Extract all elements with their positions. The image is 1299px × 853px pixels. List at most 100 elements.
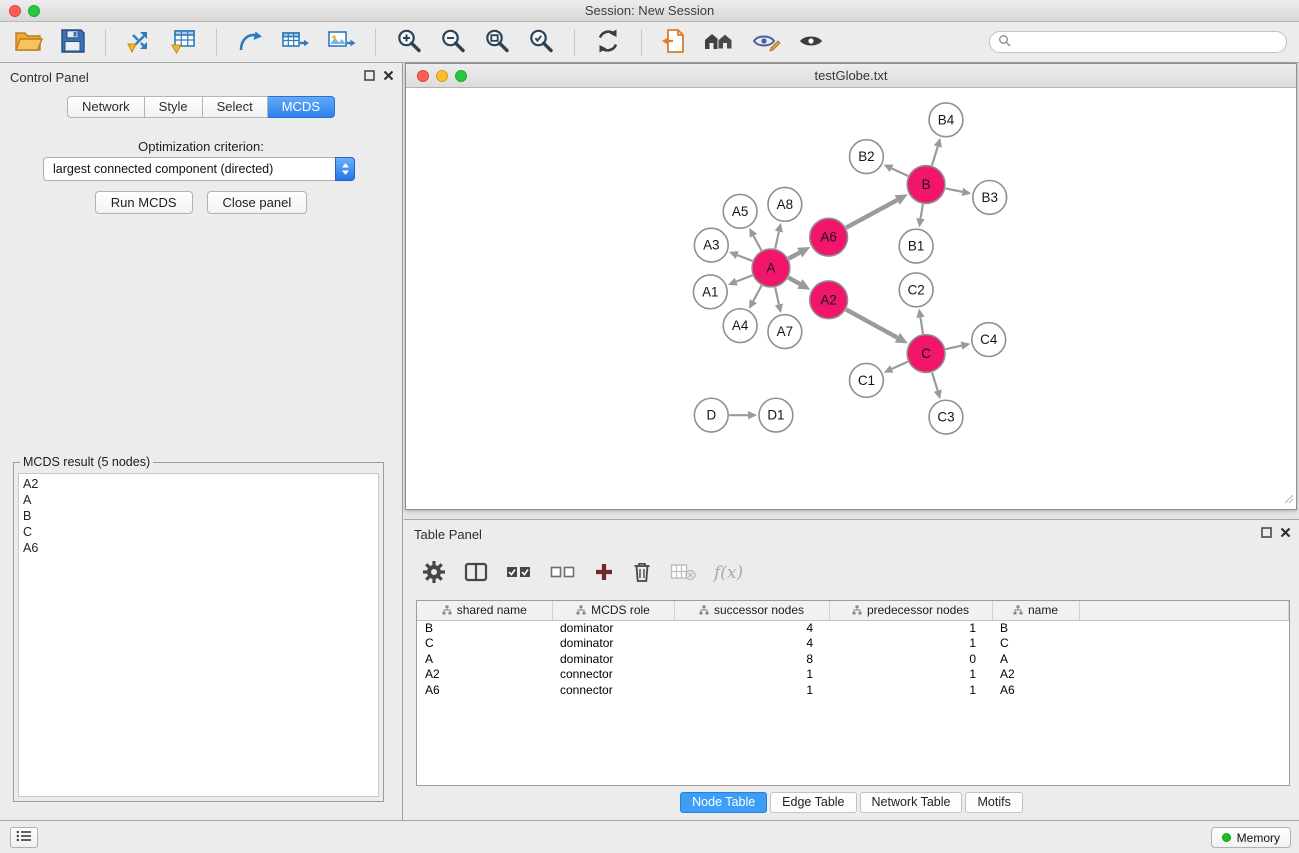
snapshot-button[interactable] <box>701 26 737 59</box>
edge-A-A1[interactable] <box>736 275 752 281</box>
open-session-button[interactable] <box>12 26 46 59</box>
zoom-selected-button[interactable] <box>525 25 557 60</box>
network-node-C[interactable]: C <box>907 335 945 373</box>
tab-style[interactable]: Style <box>145 96 203 118</box>
criterion-dropdown[interactable]: largest connected component (directed) <box>43 157 355 181</box>
column-header-successor-nodes[interactable]: successor nodes <box>674 601 829 620</box>
result-item[interactable]: C <box>23 524 374 540</box>
table-settings-button[interactable] <box>422 560 446 587</box>
column-header-mcds-role[interactable]: MCDS role <box>552 601 674 620</box>
edge-B-B3[interactable] <box>946 188 963 191</box>
result-item[interactable]: A <box>23 492 374 508</box>
cell[interactable]: B <box>992 620 1079 636</box>
memory-button[interactable]: Memory <box>1211 827 1291 848</box>
cell[interactable]: 4 <box>674 620 829 636</box>
close-panel-button[interactable]: Close panel <box>207 191 308 214</box>
run-mcds-button[interactable]: Run MCDS <box>95 191 193 214</box>
edge-C-C3[interactable] <box>932 372 938 390</box>
resize-grip-icon[interactable] <box>1284 492 1294 507</box>
cell[interactable]: A2 <box>992 667 1079 683</box>
network-node-B1[interactable]: B1 <box>899 229 933 263</box>
tab-mcds[interactable]: MCDS <box>268 96 335 118</box>
network-node-A8[interactable]: A8 <box>768 187 802 221</box>
unselect-all-button[interactable] <box>550 563 576 584</box>
cell[interactable]: C <box>417 636 552 652</box>
search-input[interactable] <box>1016 35 1278 49</box>
edge-A-A4[interactable] <box>753 286 761 302</box>
network-node-A3[interactable]: A3 <box>694 228 728 262</box>
edge-B-B1[interactable] <box>921 204 923 219</box>
network-node-C3[interactable]: C3 <box>929 400 963 434</box>
export-image-button[interactable] <box>324 25 358 60</box>
network-node-B4[interactable]: B4 <box>929 103 963 137</box>
result-item[interactable]: A2 <box>23 476 374 492</box>
network-node-C1[interactable]: C1 <box>850 363 884 397</box>
network-node-B2[interactable]: B2 <box>850 140 884 174</box>
network-node-D[interactable]: D <box>694 398 728 432</box>
tab-edge-table[interactable]: Edge Table <box>770 792 856 813</box>
edge-B-B4[interactable] <box>932 146 938 165</box>
edge-C-C2[interactable] <box>920 317 923 333</box>
export-table-button[interactable] <box>278 25 312 60</box>
network-node-A7[interactable]: A7 <box>768 315 802 349</box>
edge-B-B2[interactable] <box>892 168 908 176</box>
cell[interactable]: A <box>417 651 552 667</box>
tab-motifs[interactable]: Motifs <box>965 792 1022 813</box>
close-panel-icon[interactable] <box>383 70 394 81</box>
network-node-A5[interactable]: A5 <box>723 194 757 228</box>
network-node-B3[interactable]: B3 <box>973 180 1007 214</box>
float-panel-icon[interactable] <box>1261 527 1272 538</box>
edge-A-A2[interactable] <box>788 278 800 284</box>
tab-network[interactable]: Network <box>67 96 145 118</box>
cell[interactable]: 1 <box>829 636 992 652</box>
cell[interactable]: dominator <box>552 636 674 652</box>
network-node-A[interactable]: A <box>752 249 790 287</box>
cell[interactable]: 1 <box>829 667 992 683</box>
network-canvas[interactable]: B4B2BB3A5A8A6B1A3AC2A1A2A4A7C4CC1C3DD1 <box>407 89 1295 508</box>
apply-layout-button[interactable] <box>592 25 624 60</box>
column-header-name[interactable]: name <box>992 601 1079 620</box>
delete-columns-button[interactable] <box>632 561 652 586</box>
edge-A-A3[interactable] <box>737 255 752 261</box>
select-all-button[interactable] <box>506 563 532 584</box>
save-session-button[interactable] <box>58 26 88 59</box>
cell[interactable]: A6 <box>992 682 1079 698</box>
cell[interactable]: A <box>992 651 1079 667</box>
cell[interactable]: C <box>992 636 1079 652</box>
network-node-C2[interactable]: C2 <box>899 273 933 307</box>
edge-A2-C[interactable] <box>846 309 897 337</box>
edge-A-A8[interactable] <box>775 232 779 249</box>
tab-select[interactable]: Select <box>203 96 268 118</box>
cell[interactable]: dominator <box>552 651 674 667</box>
import-table-button[interactable] <box>167 25 199 60</box>
cell[interactable]: 1 <box>674 682 829 698</box>
tab-network-table[interactable]: Network Table <box>860 792 963 813</box>
show-graphics-details-button[interactable] <box>795 27 827 58</box>
zoom-fit-button[interactable] <box>481 25 513 60</box>
cell[interactable]: 1 <box>829 620 992 636</box>
network-node-A4[interactable]: A4 <box>723 309 757 343</box>
cell[interactable]: B <box>417 620 552 636</box>
edge-A-A6[interactable] <box>788 253 799 259</box>
edge-C-C1[interactable] <box>892 362 908 369</box>
first-neighbors-button[interactable] <box>659 25 689 60</box>
export-network-button[interactable] <box>234 25 266 60</box>
column-header-predecessor-nodes[interactable]: predecessor nodes <box>829 601 992 620</box>
cell[interactable]: connector <box>552 667 674 683</box>
float-panel-icon[interactable] <box>364 70 375 81</box>
network-node-B[interactable]: B <box>907 166 945 204</box>
cell[interactable]: A6 <box>417 682 552 698</box>
cell[interactable]: connector <box>552 682 674 698</box>
task-history-button[interactable] <box>10 827 38 848</box>
network-node-C4[interactable]: C4 <box>972 323 1006 357</box>
edge-A-A5[interactable] <box>753 236 761 251</box>
import-network-button[interactable] <box>123 25 155 60</box>
result-item[interactable]: A6 <box>23 540 374 556</box>
column-header-shared-name[interactable]: shared name <box>417 601 552 620</box>
network-node-A1[interactable]: A1 <box>693 275 727 309</box>
new-column-button[interactable] <box>594 562 614 585</box>
network-node-D1[interactable]: D1 <box>759 398 793 432</box>
cell[interactable]: A2 <box>417 667 552 683</box>
cell[interactable]: 0 <box>829 651 992 667</box>
zoom-out-button[interactable] <box>437 25 469 60</box>
